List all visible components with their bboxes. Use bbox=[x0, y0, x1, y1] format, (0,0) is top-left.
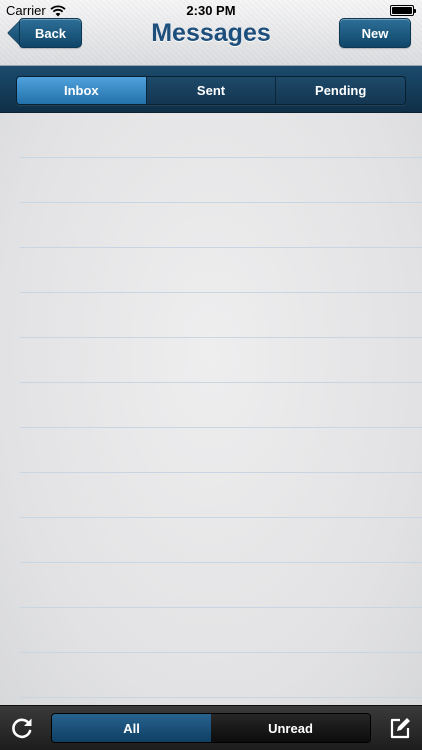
list-divider bbox=[20, 382, 422, 383]
compose-icon[interactable] bbox=[388, 716, 412, 740]
battery-icon bbox=[390, 5, 416, 16]
list-divider bbox=[20, 652, 422, 653]
list-divider bbox=[20, 157, 422, 158]
status-time: 2:30 PM bbox=[186, 3, 236, 18]
list-divider bbox=[20, 202, 422, 203]
list-divider bbox=[20, 562, 422, 563]
list-divider bbox=[20, 427, 422, 428]
tab-sent[interactable]: Sent bbox=[145, 77, 276, 104]
list-divider bbox=[20, 472, 422, 473]
message-list[interactable] bbox=[0, 113, 422, 705]
status-bar: Carrier 2:30 PM bbox=[0, 0, 422, 20]
new-message-button[interactable]: New bbox=[339, 18, 411, 48]
list-divider bbox=[20, 697, 422, 698]
list-divider bbox=[20, 337, 422, 338]
refresh-icon[interactable] bbox=[9, 715, 35, 741]
battery-level bbox=[392, 7, 412, 14]
list-divider bbox=[20, 517, 422, 518]
message-filter-control: All Unread bbox=[51, 713, 371, 743]
mailbox-segmented-control: Inbox Sent Pending bbox=[16, 76, 406, 105]
mailbox-tab-bar: Inbox Sent Pending bbox=[0, 66, 422, 113]
list-divider bbox=[20, 247, 422, 248]
list-divider bbox=[20, 292, 422, 293]
filter-all[interactable]: All bbox=[52, 714, 211, 742]
bottom-toolbar: All Unread bbox=[0, 705, 422, 750]
new-button-label: New bbox=[361, 25, 389, 41]
list-divider bbox=[20, 607, 422, 608]
tab-pending[interactable]: Pending bbox=[275, 77, 405, 104]
tab-inbox[interactable]: Inbox bbox=[17, 77, 146, 104]
filter-unread[interactable]: Unread bbox=[211, 714, 370, 742]
